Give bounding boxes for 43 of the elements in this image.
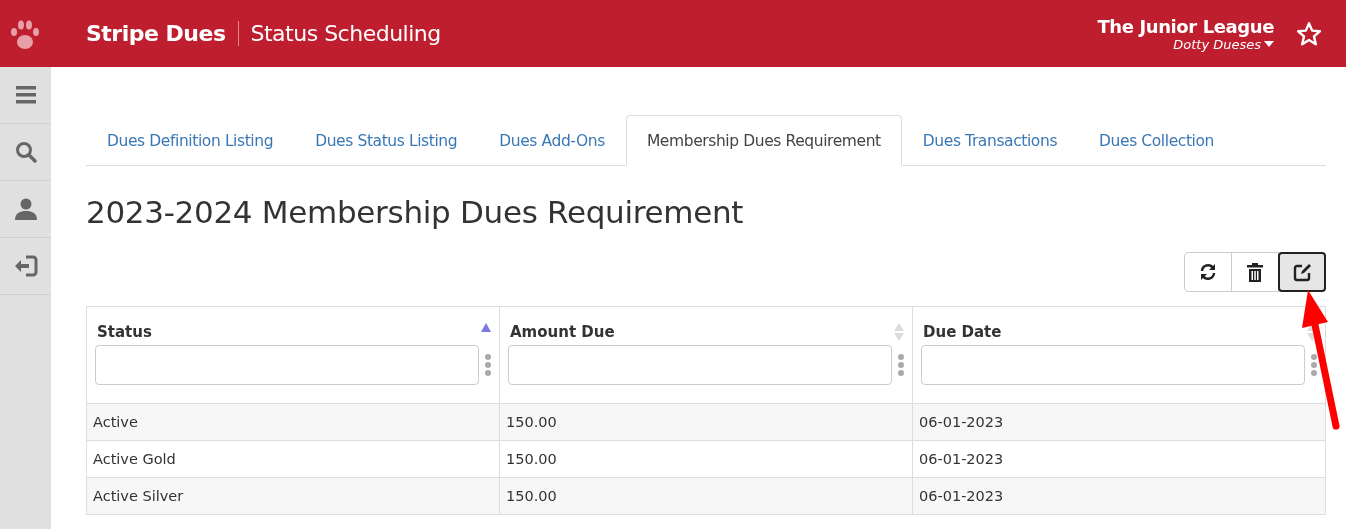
trash-icon <box>1247 262 1263 282</box>
app-name[interactable]: Stripe Dues <box>86 21 239 46</box>
table-cell: Active Gold <box>86 440 500 478</box>
more-options-icon[interactable] <box>485 354 491 376</box>
tab[interactable]: Dues Transactions <box>901 115 1079 166</box>
organization-name: The Junior League <box>1097 15 1274 37</box>
user-menu[interactable]: Dotty Dueses <box>1173 36 1274 52</box>
tab[interactable]: Dues Status Listing <box>294 115 479 166</box>
page-title: Status Scheduling <box>249 21 441 46</box>
user-icon[interactable] <box>14 198 37 220</box>
edit-icon <box>1292 262 1312 282</box>
filter-field[interactable] <box>921 345 1305 385</box>
search-icon[interactable] <box>14 141 37 163</box>
table-cell: 06-01-2023 <box>912 477 1326 515</box>
delete-button[interactable] <box>1231 252 1279 292</box>
edit-button[interactable] <box>1278 252 1326 292</box>
filter-field[interactable] <box>95 345 479 385</box>
menu-icon[interactable] <box>15 86 36 104</box>
more-options-icon[interactable] <box>898 354 904 376</box>
sort-ascending-icon[interactable] <box>481 323 491 332</box>
table-cell: 150.00 <box>499 403 913 441</box>
tab[interactable]: Membership Dues Requirement <box>625 115 902 166</box>
page-heading: 2023-2024 Membership Dues Requirement <box>86 194 745 230</box>
tab[interactable]: Dues Collection <box>1078 115 1236 166</box>
table-cell: Active <box>86 403 500 441</box>
refresh-icon <box>1199 263 1217 281</box>
table-cell: 150.00 <box>499 440 913 478</box>
filter-field[interactable] <box>508 345 892 385</box>
tab[interactable]: Dues Add-Ons <box>478 115 626 166</box>
star-icon[interactable] <box>1296 20 1322 47</box>
refresh-button[interactable] <box>1184 252 1232 292</box>
column-header[interactable]: Status <box>95 323 152 341</box>
table-cell: 06-01-2023 <box>912 403 1326 441</box>
column-header[interactable]: Amount Due <box>508 323 615 341</box>
sort-icon[interactable] <box>1307 323 1317 341</box>
column-header[interactable]: Due Date <box>921 323 1002 341</box>
table-cell: 06-01-2023 <box>912 440 1326 478</box>
more-options-icon[interactable] <box>1311 354 1317 376</box>
sign-out-icon[interactable] <box>13 255 38 277</box>
table-cell: 150.00 <box>499 477 913 515</box>
tab[interactable]: Dues Definition Listing <box>86 115 295 166</box>
caret-icon <box>1264 41 1274 47</box>
table-cell: Active Silver <box>86 477 500 515</box>
